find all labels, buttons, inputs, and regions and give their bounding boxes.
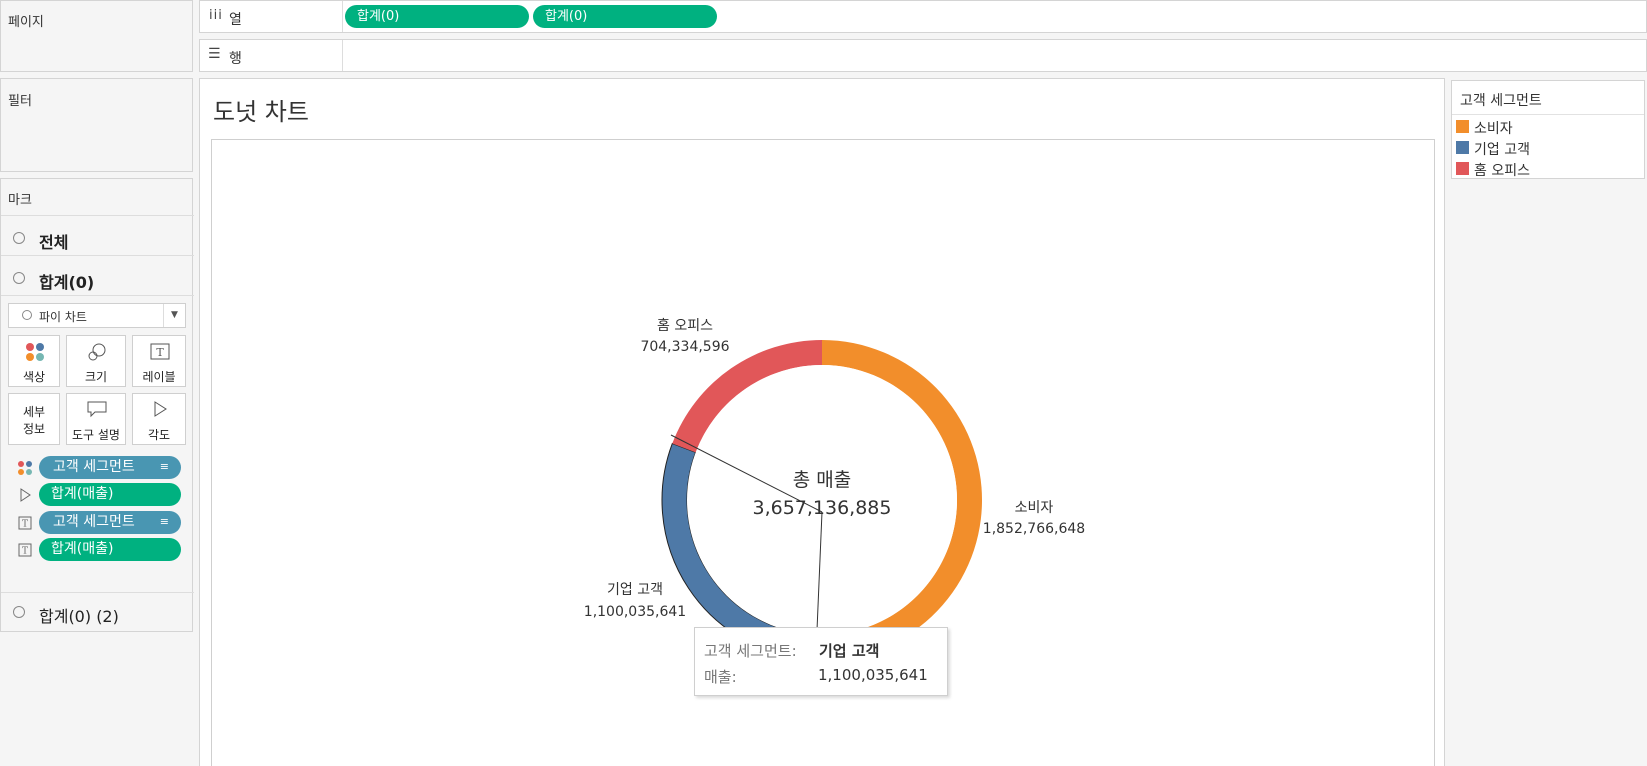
pill-label: 합계(매출) [51,486,114,502]
center-value: 3,657,136,885 [752,497,891,519]
tooltip-sales-value: 1,100,035,641 [818,666,928,684]
columns-label: 열 [229,12,242,28]
columns-icon: iii [209,8,223,23]
slice-label-name: 기업 고객 [607,582,663,598]
detail-button[interactable]: 세부 정보 [8,393,60,445]
sum-sales-pill[interactable]: 합계(매출) [39,483,181,506]
svg-text:T: T [22,520,28,530]
pie-mark-icon [22,310,32,320]
mark-type-label: 파이 차트 [39,310,87,324]
sort-icon: ≡ [159,460,169,473]
text-icon: T [18,516,32,530]
speech-bubble-icon [87,401,107,418]
text-icon: T [18,543,32,557]
legend-label: 소비자 [1474,121,1513,137]
segment-pill[interactable]: 고객 세그먼트 ≡ [39,456,181,479]
segment-pill[interactable]: 고객 세그먼트 ≡ [39,511,181,534]
color-button[interactable]: 색상 [8,335,60,387]
mark-row-sum0-2[interactable]: 합계(0) (2) [1,601,193,629]
rows-shelf[interactable]: ☰ 행 [199,39,1647,72]
legend-swatch [1456,162,1469,175]
slice-label-value: 704,334,596 [640,339,729,355]
legend-title: 고객 세그먼트 [1460,93,1542,109]
pie-mark-icon [13,232,25,244]
pill-label: 합계(0) [545,9,588,24]
pill-label: 고객 세그먼트 [53,459,135,475]
size-button[interactable]: 크기 [66,335,126,387]
mark-pill-row[interactable]: 고객 세그먼트 ≡ [1,455,194,480]
rows-icon: ☰ [208,46,221,62]
mark-type-dropdown[interactable]: 파이 차트 ▼ [8,303,186,328]
legend-label: 홈 오피스 [1474,163,1530,179]
mark-row-all[interactable]: 전체 [1,227,193,257]
pill-label: 합계(0) [357,9,400,24]
color-dots-icon [18,461,32,475]
chevron-down-icon: ▼ [163,304,185,327]
tableau-workspace: 페이지 필터 마크 전체 합계(0) 파이 차트 ▼ 색상 크기 T 레이블 세… [0,0,1647,766]
column-pill[interactable]: 합계(0) [345,5,529,28]
columns-shelf[interactable]: iii 열 합계(0) 합계(0) [199,0,1647,33]
sum-sales-pill[interactable]: 합계(매출) [39,538,181,561]
filters-card[interactable]: 필터 [0,78,193,172]
angle-button[interactable]: 각도 [132,393,186,445]
pie-mark-icon [13,272,25,284]
legend-swatch [1456,141,1469,154]
pages-card[interactable]: 페이지 [0,0,193,72]
tooltip-segment-key: 고객 세그먼트: [704,642,797,660]
mark-pill-row[interactable]: T 고객 세그먼트 ≡ [1,510,194,535]
mark-row-sum0[interactable]: 합계(0) [1,267,193,297]
mark-tooltip: 고객 세그먼트: 기업 고객 매출: 1,100,035,641 [694,627,948,696]
slice-label-value: 1,100,035,641 [584,604,686,620]
pill-label: 고객 세그먼트 [53,514,135,530]
mark-row-label: 합계(0) (2) [39,607,119,626]
text-icon: T [150,343,170,360]
tooltip-sales-key: 매출: [704,668,737,686]
mark-pill-row[interactable]: 합계(매출) [1,482,194,507]
color-legend[interactable]: 고객 세그먼트 소비자 기업 고객 홈 오피스 [1451,80,1645,179]
slice-label-name: 홈 오피스 [657,318,713,334]
label-button[interactable]: T 레이블 [132,335,186,387]
label-button-label: 레이블 [142,370,176,384]
marks-label: 마크 [8,193,32,208]
legend-item[interactable]: 홈 오피스 [1456,159,1641,179]
angle-button-label: 각도 [147,428,171,442]
color-dots-icon [26,343,44,361]
slice-label-value: 1,852,766,648 [983,521,1085,537]
color-button-label: 색상 [22,370,46,384]
pie-mark-icon [13,606,25,618]
detail-button-label-2: 정보 [22,422,46,436]
size-icon [88,343,106,361]
tooltip-button-label: 도구 설명 [72,428,120,442]
sort-icon: ≡ [159,515,169,528]
column-pill[interactable]: 합계(0) [533,5,717,28]
tooltip-segment-value: 기업 고객 [819,642,880,660]
angle-icon [154,401,167,417]
worksheet-title: 도넛 차트 [213,98,309,126]
rows-label: 행 [229,51,242,67]
center-label: 총 매출 [793,469,851,491]
slice-label-name: 소비자 [1015,500,1054,516]
legend-swatch [1456,120,1469,133]
angle-icon [20,488,31,502]
mark-row-label: 전체 [39,233,69,252]
mark-row-label: 합계(0) [39,273,95,292]
svg-text:T: T [22,547,28,557]
svg-text:T: T [156,346,164,359]
size-button-label: 크기 [84,370,108,384]
tooltip-button[interactable]: 도구 설명 [66,393,126,445]
filters-label: 필터 [8,94,32,109]
pill-label: 합계(매출) [51,541,114,557]
legend-label: 기업 고객 [1474,142,1530,158]
legend-item[interactable]: 소비자 [1456,117,1641,137]
legend-item[interactable]: 기업 고객 [1456,138,1641,158]
marks-card: 마크 전체 합계(0) 파이 차트 ▼ 색상 크기 T 레이블 세부 정보 도구… [0,178,194,632]
mark-pill-row[interactable]: T 합계(매출) [1,537,194,562]
pages-label: 페이지 [8,15,44,30]
detail-button-label-1: 세부 [22,405,46,419]
